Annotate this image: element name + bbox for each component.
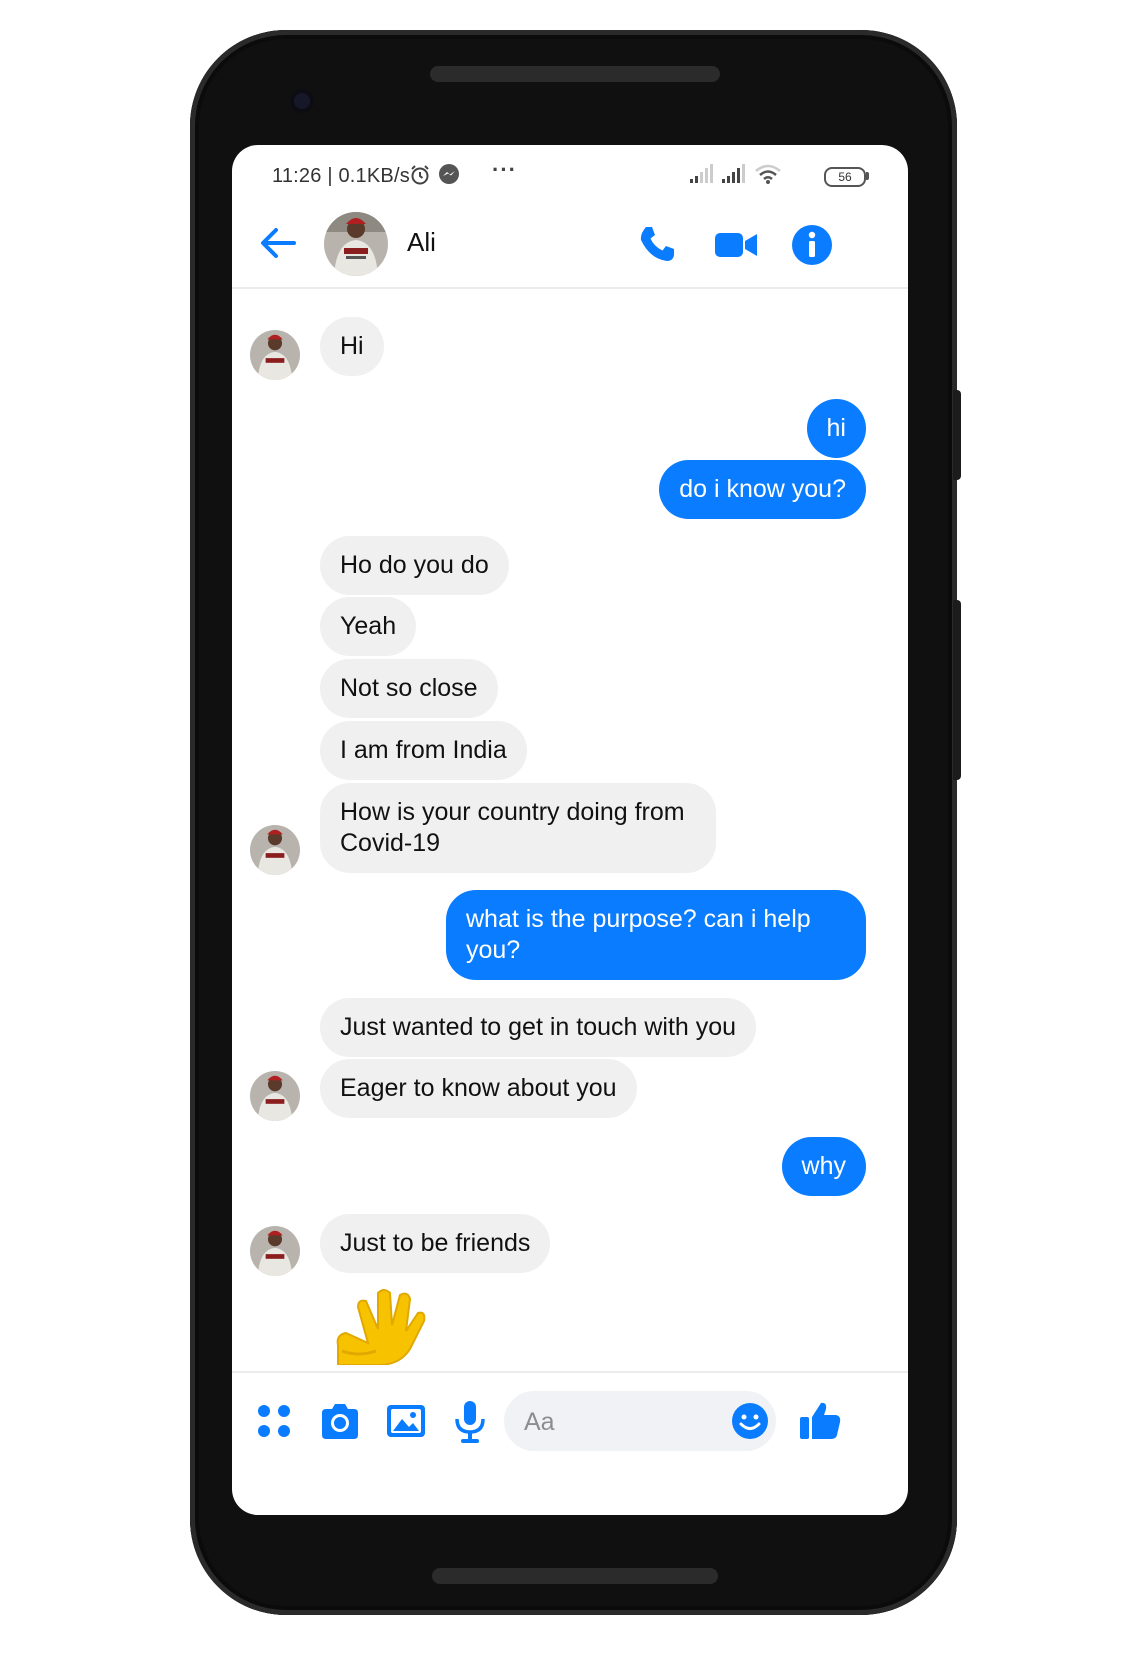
message-bubble-incoming[interactable]: Ho do you do xyxy=(320,536,509,595)
message-bubble-outgoing[interactable]: hi xyxy=(806,399,866,458)
contact-avatar-small xyxy=(250,1226,300,1276)
conversation-header: Ali xyxy=(232,201,908,289)
contact-avatar[interactable] xyxy=(324,212,388,276)
messenger-notification-icon xyxy=(439,164,459,184)
wifi-icon xyxy=(755,164,781,184)
message-bubble-incoming[interactable]: Just wanted to get in touch with you xyxy=(320,998,757,1057)
phone-call-icon[interactable] xyxy=(632,221,680,269)
avatar-image xyxy=(250,330,300,380)
back-arrow-icon[interactable] xyxy=(256,221,300,265)
waving-hand-icon[interactable] xyxy=(328,1285,438,1365)
contact-avatar-small xyxy=(250,825,300,875)
battery-tip xyxy=(866,172,869,180)
gallery-image-icon[interactable] xyxy=(382,1397,430,1445)
message-bubble-incoming[interactable]: Eager to know about you xyxy=(320,1059,637,1118)
emoji-smiley-icon[interactable] xyxy=(730,1401,770,1441)
message-bubble-incoming[interactable]: Not so close xyxy=(320,659,498,718)
avatar-image xyxy=(250,1226,300,1276)
contact-avatar-small xyxy=(250,330,300,380)
message-bubble-outgoing[interactable]: what is the purpose? can i help you? xyxy=(446,890,866,980)
message-bubble-outgoing[interactable]: do i know you? xyxy=(659,460,866,519)
message-bubble-incoming[interactable]: I am from India xyxy=(320,721,527,780)
front-camera xyxy=(290,89,314,113)
phone-frame: 11:26 | 0.1KB/s ··· 56 Ali Hi hi do i kn… xyxy=(190,30,957,1615)
microphone-icon[interactable] xyxy=(446,1397,494,1445)
message-bubble-incoming[interactable]: Just to be friends xyxy=(320,1214,551,1273)
signal-icon-sim1 xyxy=(690,164,713,183)
volume-up-button xyxy=(953,390,961,480)
camera-icon[interactable] xyxy=(316,1397,364,1445)
signal-icon-sim2 xyxy=(722,164,745,183)
message-input[interactable] xyxy=(522,1391,716,1453)
message-bubble-incoming[interactable]: Hi xyxy=(320,317,384,376)
status-bar: 11:26 | 0.1KB/s ··· 56 xyxy=(232,145,908,201)
contact-avatar-small xyxy=(250,1071,300,1121)
volume-down-button xyxy=(953,600,961,780)
bottom-speaker xyxy=(432,1568,718,1584)
alarm-icon xyxy=(411,165,429,185)
message-bubble-incoming[interactable]: How is your country doing from Covid-19 xyxy=(320,783,716,873)
earpiece-speaker xyxy=(430,66,720,82)
avatar-image xyxy=(250,825,300,875)
message-bubble-outgoing[interactable]: why xyxy=(781,1137,866,1196)
battery-indicator: 56 xyxy=(824,167,866,187)
screen: 11:26 | 0.1KB/s ··· 56 Ali Hi hi do i kn… xyxy=(232,145,908,1515)
contact-name[interactable]: Ali xyxy=(407,227,436,258)
like-thumbs-up-icon[interactable] xyxy=(796,1397,844,1445)
status-time: 11:26 | 0.1KB/s xyxy=(272,165,410,187)
message-input-container xyxy=(504,1391,776,1453)
avatar-image xyxy=(250,1071,300,1121)
message-bubble-incoming[interactable]: Yeah xyxy=(320,597,417,656)
video-call-icon[interactable] xyxy=(712,221,760,269)
avatar-image xyxy=(324,212,388,276)
message-composer xyxy=(232,1371,908,1473)
apps-grid-icon[interactable] xyxy=(250,1397,298,1445)
info-icon[interactable] xyxy=(788,221,836,269)
more-notifications-dots: ··· xyxy=(492,157,517,182)
